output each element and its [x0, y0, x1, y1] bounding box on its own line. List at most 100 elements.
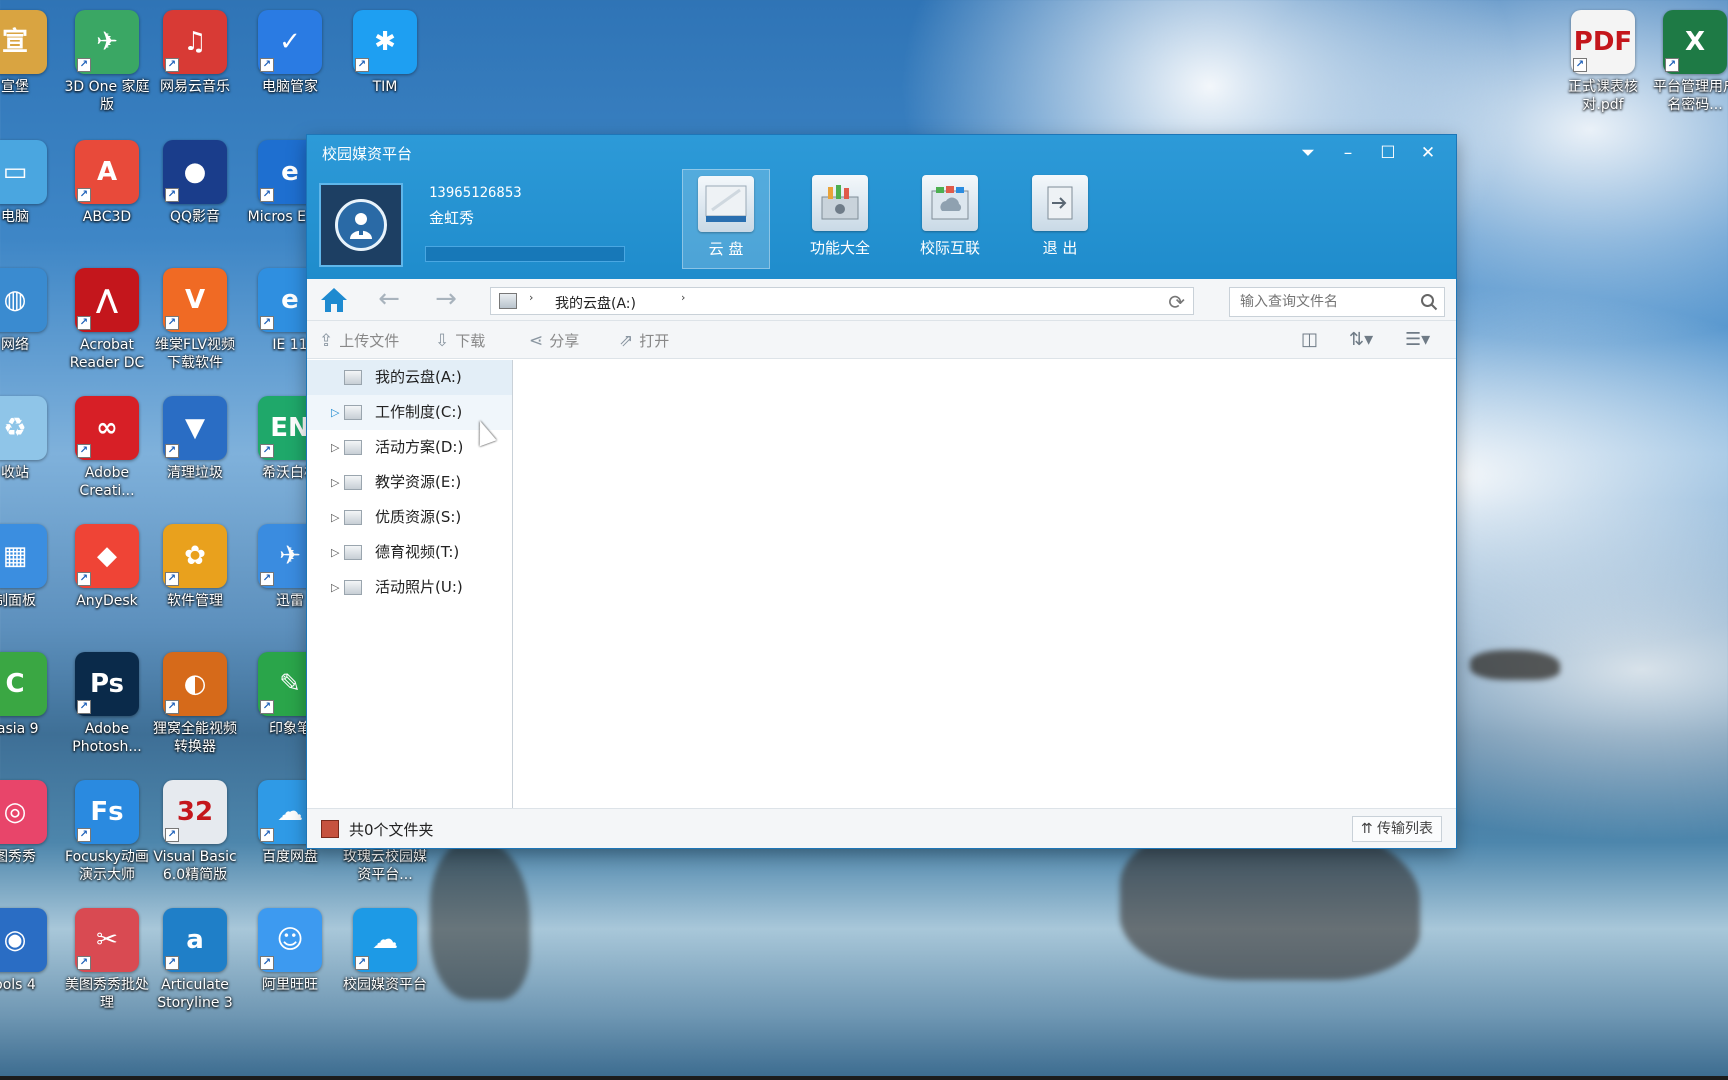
desktop-icon[interactable]: ◎↗ 图秀秀	[0, 780, 60, 866]
desktop-icon[interactable]: ⋀ ↗ Acrobat Reader DC	[62, 268, 152, 372]
user-phone: 13965126853	[429, 185, 522, 201]
avatar[interactable]	[319, 183, 403, 267]
sort-icon[interactable]: ⇅▾	[1349, 329, 1373, 350]
refresh-icon[interactable]: ⟳	[1168, 290, 1185, 314]
file-list-area[interactable]	[514, 360, 1456, 808]
download-button[interactable]: ⇩ 下载	[435, 330, 485, 351]
desktop-icon[interactable]: C↗ tasia 9	[0, 652, 60, 738]
tab-interschool[interactable]: 校际互联	[902, 169, 998, 269]
upload-button[interactable]: ⇪ 上传文件	[319, 330, 399, 351]
breadcrumb-separator[interactable]: ›	[529, 291, 533, 304]
shortcut-arrow-icon: ↗	[355, 956, 369, 970]
user-name: 金虹秀	[429, 209, 475, 227]
desktop-icon[interactable]: ◐ ↗ 狸窝全能视频转换器	[150, 652, 240, 756]
desktop-icon[interactable]: ☺ ↗ 阿里旺旺	[245, 908, 335, 994]
home-icon[interactable]	[319, 286, 349, 314]
app-icon: 宣↗	[0, 10, 47, 74]
tree-item[interactable]: ▷ 活动照片(U:)	[307, 570, 512, 605]
desktop-icon[interactable]: ◉↗ ools 4	[0, 908, 60, 994]
expand-arrow-icon[interactable]: ▷	[331, 500, 339, 535]
tab-logout[interactable]: 退 出	[1012, 169, 1108, 269]
search-input[interactable]	[1230, 288, 1410, 316]
app-icon: Ps ↗	[75, 652, 139, 716]
upload-icon: ⇪	[319, 330, 334, 351]
app-icon: X ↗	[1663, 10, 1727, 74]
tree-item[interactable]: ▷ 优质资源(S:)	[307, 500, 512, 535]
tab-functions[interactable]: 功能大全	[792, 169, 888, 269]
desktop-icon[interactable]: PDF ↗ 正式课表核对.pdf	[1558, 10, 1648, 114]
share-icon: ⋖	[529, 330, 544, 351]
desktop-icon[interactable]: ▦↗ 制面板	[0, 524, 60, 610]
desktop-icon[interactable]: Ps ↗ Adobe Photosh...	[62, 652, 152, 756]
desktop-icon[interactable]: ✱ ↗ TIM	[340, 10, 430, 96]
forward-arrow-icon[interactable]: →	[431, 286, 461, 313]
preview-pane-icon[interactable]: ◫	[1301, 329, 1318, 350]
desktop-icon[interactable]: a ↗ Articulate Storyline 3	[150, 908, 240, 1012]
expand-arrow-icon[interactable]: ▷	[331, 430, 339, 465]
desktop-icon[interactable]: 宣↗ 宣堡	[0, 10, 60, 96]
desktop-icon-label: 校园媒资平台	[343, 977, 427, 993]
shortcut-arrow-icon: ↗	[165, 444, 179, 458]
desktop-icon[interactable]: ● ↗ QQ影音	[150, 140, 240, 226]
menu-dropdown-icon[interactable]: ⏷	[1288, 139, 1328, 167]
view-list-icon[interactable]: ☰▾	[1405, 329, 1430, 350]
expand-arrow-icon[interactable]: ▷	[331, 570, 339, 605]
desktop-icon-label: 狸窝全能视频转换器	[153, 721, 237, 755]
desktop-icon[interactable]: ♫ ↗ 网易云音乐	[150, 10, 240, 96]
tree-item[interactable]: 我的云盘(A:)	[307, 360, 512, 395]
tab-cloud-disk[interactable]: 云 盘	[682, 169, 770, 269]
tree-item[interactable]: ▷ 教学资源(E:)	[307, 465, 512, 500]
upload-label: 上传文件	[339, 332, 400, 350]
expand-arrow-icon[interactable]: ▷	[331, 395, 339, 430]
desktop-icon[interactable]: 32 ↗ Visual Basic 6.0精简版	[150, 780, 240, 884]
taskbar-edge	[0, 1076, 1728, 1080]
minimize-button[interactable]: –	[1328, 139, 1368, 167]
expand-arrow-icon[interactable]: ▷	[331, 535, 339, 570]
transfer-list-button[interactable]: ⇈ 传输列表	[1351, 816, 1442, 842]
maximize-button[interactable]: ☐	[1368, 139, 1408, 167]
search-icon[interactable]	[1420, 293, 1438, 311]
desktop-icon[interactable]: ✂ ↗ 美图秀秀批处理	[62, 908, 152, 1012]
shortcut-arrow-icon: ↗	[260, 828, 274, 842]
expand-arrow-icon[interactable]: ▷	[331, 465, 339, 500]
app-icon: ◆ ↗	[75, 524, 139, 588]
back-arrow-icon[interactable]: ←	[374, 286, 404, 313]
logout-icon	[1032, 175, 1088, 231]
desktop-icon[interactable]: ✈ ↗ 3D One 家庭版	[62, 10, 152, 114]
desktop-icon[interactable]: ∞ ↗ Adobe Creati...	[62, 396, 152, 500]
app-icon: A ↗	[75, 140, 139, 204]
drive-icon	[499, 293, 517, 309]
desktop-icon-label: Articulate Storyline 3	[157, 977, 233, 1011]
share-button[interactable]: ⋖ 分享	[529, 330, 579, 351]
tree-item[interactable]: ▷ 德育视频(T:)	[307, 535, 512, 570]
shortcut-arrow-icon: ↗	[165, 828, 179, 842]
shortcut-arrow-icon: ↗	[260, 316, 274, 330]
desktop-icon[interactable]: Fs ↗ Focusky动画演示大师	[62, 780, 152, 884]
desktop-icon[interactable]: ✿ ↗ 软件管理	[150, 524, 240, 610]
desktop-icon-label: 电脑管家	[262, 79, 318, 95]
tree-item-label: 我的云盘(A:)	[375, 368, 462, 386]
desktop-icon-label: 正式课表核对.pdf	[1568, 79, 1638, 113]
desktop-icon[interactable]: ▭↗ 电脑	[0, 140, 60, 226]
app-icon: PDF ↗	[1571, 10, 1635, 74]
desktop-icon[interactable]: ▼ ↗ 清理垃圾	[150, 396, 240, 482]
desktop-icon-label: ABC3D	[82, 209, 132, 225]
window-titlebar[interactable]: 校园媒资平台 ⏷ – ☐ ✕ 13965126853 金虹秀 云 盘 功能大全 …	[307, 135, 1456, 279]
desktop-icon-label: 平台管理用户名密码...	[1653, 79, 1728, 113]
desktop-icon[interactable]: ◆ ↗ AnyDesk	[62, 524, 152, 610]
breadcrumb-path[interactable]: 我的云盘(A:)	[555, 293, 636, 313]
desktop-icon[interactable]: ✓ ↗ 电脑管家	[245, 10, 335, 96]
shortcut-arrow-icon: ↗	[355, 58, 369, 72]
desktop-icon[interactable]: ◍↗ 网络	[0, 268, 60, 354]
desktop-icon[interactable]: V ↗ 维棠FLV视频下载软件	[150, 268, 240, 372]
open-button[interactable]: ⇗ 打开	[619, 330, 669, 351]
address-bar[interactable]: › 我的云盘(A:) › ⟳	[490, 287, 1194, 315]
shortcut-arrow-icon: ↗	[77, 828, 91, 842]
breadcrumb-separator[interactable]: ›	[681, 291, 685, 304]
close-button[interactable]: ✕	[1408, 139, 1448, 167]
desktop-icon[interactable]: ♻↗ 收站	[0, 396, 60, 482]
desktop-icon-label: 清理垃圾	[167, 465, 223, 481]
desktop-icon[interactable]: ☁ ↗ 校园媒资平台	[340, 908, 430, 994]
desktop-icon[interactable]: X↗ 平台管理用户名密码...	[1650, 10, 1728, 114]
desktop-icon[interactable]: A ↗ ABC3D	[62, 140, 152, 226]
